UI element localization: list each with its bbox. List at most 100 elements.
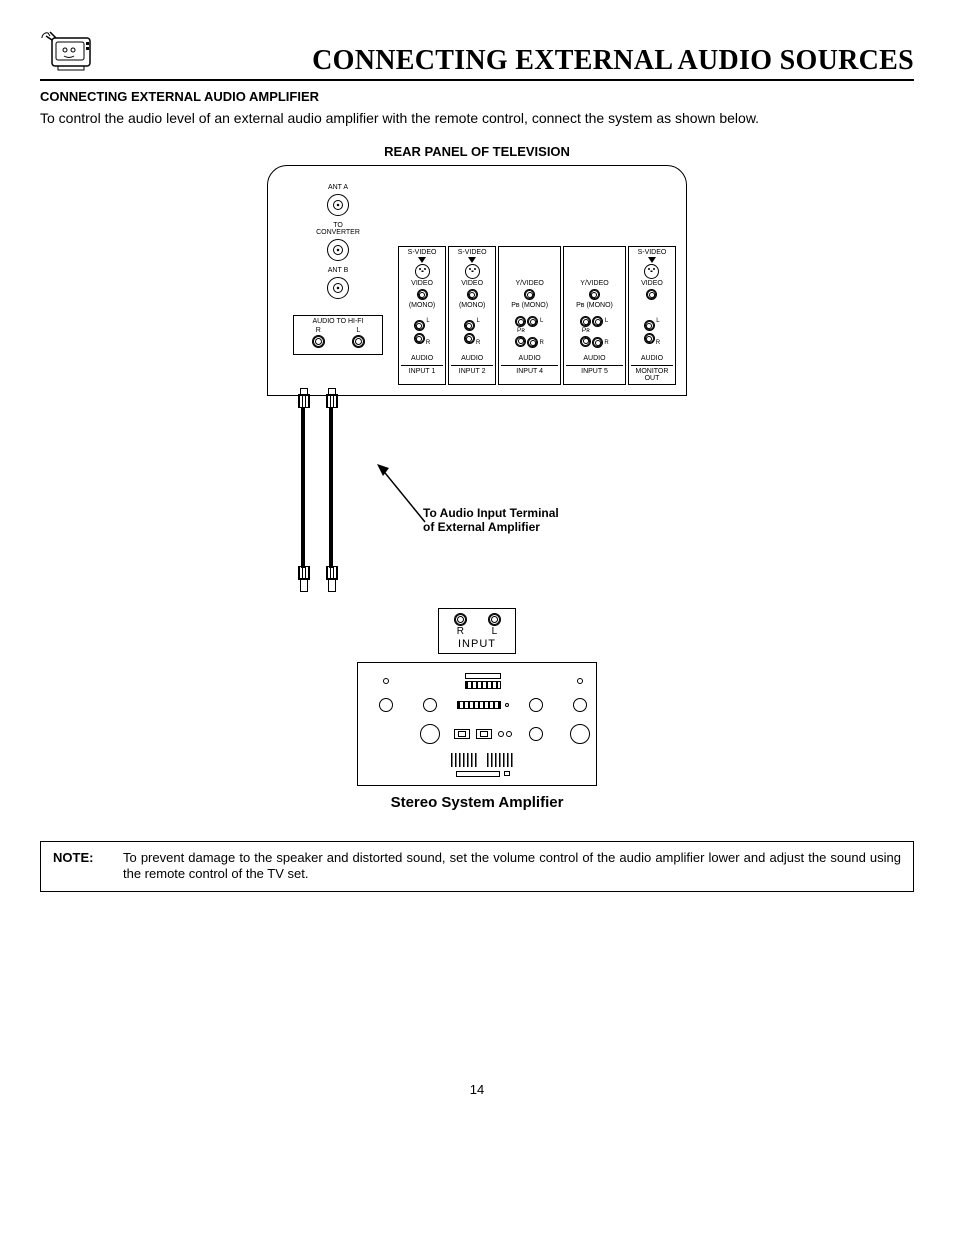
panel-left-column: ANT A TO CONVERTER ANT B AUDIO TO HI-FI …: [278, 178, 398, 385]
amp-knob-icon: [423, 698, 437, 712]
page-title: CONNECTING EXTERNAL AUDIO SOURCES: [96, 45, 914, 77]
svideo-port: [644, 264, 659, 279]
rca-plug-icon: [325, 388, 337, 408]
amp-button-icon: [504, 771, 510, 776]
note-text: To prevent damage to the speaker and dis…: [123, 850, 901, 883]
video-label: VIDEO: [641, 280, 663, 287]
audio-l-port: [592, 316, 603, 327]
amp-button-icon: [454, 729, 470, 739]
amp-knob-icon: [529, 698, 543, 712]
audio-label: AUDIO: [519, 355, 541, 362]
amp-input-r-port: [454, 613, 467, 626]
mono-label: (MONO): [586, 302, 612, 309]
audio-r-port: [592, 337, 603, 348]
input-name: MONITOR OUT: [631, 365, 673, 382]
triangle-down-icon: [648, 257, 656, 263]
l-side: L: [539, 318, 543, 324]
ant-b-label: ANT B: [328, 267, 349, 275]
callout-text: To Audio Input Terminal of External Ampl…: [423, 506, 559, 535]
hifi-l-label: L: [356, 327, 360, 334]
l-side: L: [476, 318, 480, 324]
svideo-label: S-VIDEO: [458, 249, 487, 256]
pr-label: Pʀ: [582, 328, 590, 335]
to-converter-label: TO CONVERTER: [316, 222, 360, 237]
r-side: R: [656, 340, 660, 346]
amp-input-label: INPUT: [443, 638, 511, 650]
video-label: VIDEO: [461, 280, 483, 287]
cable-area: To Audio Input Terminal of External Ampl…: [267, 388, 687, 608]
ant-a-label: ANT A: [328, 184, 348, 192]
to-converter-port: [327, 239, 349, 261]
video-port: [646, 289, 657, 300]
r-side: R: [604, 340, 608, 346]
audio-to-hifi-label: AUDIO TO HI-FI: [298, 318, 378, 325]
cable-line: [301, 408, 305, 568]
page-number: 14: [40, 1082, 914, 1097]
audio-to-hifi-box: AUDIO TO HI-FI R L: [293, 315, 383, 355]
pb-port: [580, 316, 591, 327]
intro-text: To control the audio level of an externa…: [40, 110, 914, 126]
amp-led-icon: [498, 731, 504, 737]
amp-display-icon: [465, 681, 501, 689]
callout-line2: of External Amplifier: [423, 520, 559, 534]
audio-l-port: [644, 320, 655, 331]
amp-led-icon: [506, 731, 512, 737]
audio-label: AUDIO: [641, 355, 663, 362]
tv-rear-panel: ANT A TO CONVERTER ANT B AUDIO TO HI-FI …: [267, 165, 687, 396]
amp-r-label: R: [457, 626, 464, 637]
audio-label: AUDIO: [411, 355, 433, 362]
pr-port: [580, 336, 591, 347]
input-5-box: X Y/VIDEO Pʙ (MONO): [563, 246, 626, 385]
amp-input-box: R L INPUT: [438, 608, 516, 654]
r-side: R: [426, 340, 430, 346]
ant-b-port: [327, 277, 349, 299]
amp-led-icon: [577, 678, 583, 684]
rca-plug-icon: [297, 388, 309, 408]
amp-vent-icon: [487, 753, 515, 767]
input-name: INPUT 5: [566, 365, 623, 375]
tv-mascot-icon: [40, 30, 96, 77]
amp-slot-icon: [456, 771, 500, 777]
amp-display-icon: [465, 673, 501, 679]
amp-input-l-port: [488, 613, 501, 626]
pr-label: Pʀ: [517, 328, 525, 335]
amp-knob-icon: [573, 698, 587, 712]
hifi-r-port: [312, 335, 325, 348]
page-header: CONNECTING EXTERNAL AUDIO SOURCES: [40, 30, 914, 81]
audio-label: AUDIO: [583, 355, 605, 362]
callout-line1: To Audio Input Terminal: [423, 506, 559, 520]
yvideo-port: [589, 289, 600, 300]
amp-display-icon: [457, 701, 501, 709]
pb-label: Pʙ: [511, 302, 519, 309]
input-4-box: X Y/VIDEO Pʙ (MONO): [498, 246, 561, 385]
hifi-l-port: [352, 335, 365, 348]
l-side: L: [656, 318, 660, 324]
input-1-box: S-VIDEO VIDEO (MONO) LR: [398, 246, 446, 385]
section-subhead: CONNECTING EXTERNAL AUDIO AMPLIFIER: [40, 89, 914, 104]
audio-l-port: [527, 316, 538, 327]
rca-plug-icon: [325, 566, 337, 592]
triangle-down-icon: [418, 257, 426, 263]
audio-r-port: [414, 333, 425, 344]
amp-knob-icon: [420, 724, 440, 744]
video-label: VIDEO: [411, 280, 433, 287]
l-side: L: [426, 318, 430, 324]
audio-r-port: [644, 333, 655, 344]
amp-knob-icon: [570, 724, 590, 744]
mono-label: (MONO): [459, 302, 485, 309]
video-port: [417, 289, 428, 300]
amp-l-label: L: [492, 626, 498, 637]
input-name: INPUT 2: [451, 365, 493, 375]
amp-knob-icon: [379, 698, 393, 712]
audio-r-port: [464, 333, 475, 344]
input-name: INPUT 1: [401, 365, 443, 375]
note-label: NOTE:: [53, 850, 103, 883]
input-name: INPUT 4: [501, 365, 558, 375]
amp-vent-icon: [451, 753, 479, 767]
yvideo-port: [524, 289, 535, 300]
input-2-box: S-VIDEO VIDEO (MONO) LR: [448, 246, 496, 385]
cable-line: [329, 408, 333, 568]
amp-led-icon: [505, 703, 509, 707]
audio-l-port: [464, 320, 475, 331]
pb-port: [515, 316, 526, 327]
